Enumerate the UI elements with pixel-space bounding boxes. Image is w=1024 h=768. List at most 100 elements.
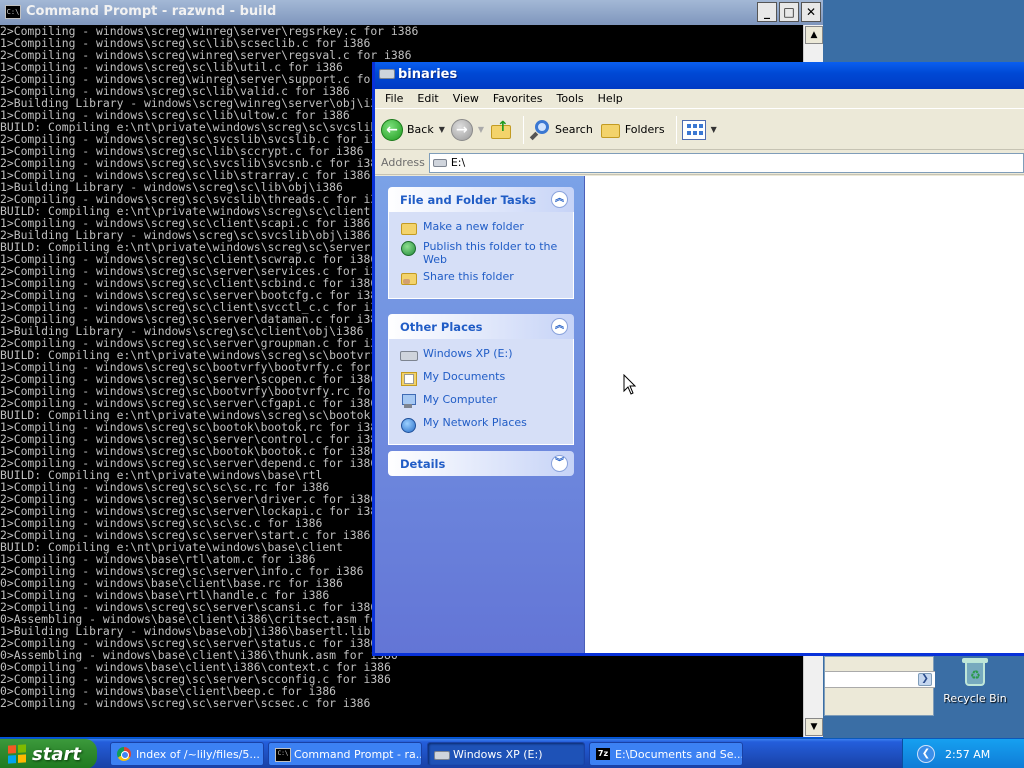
horizontal-scrollbar[interactable]: ❯ [825,671,935,688]
taskbar-item-label: E:\Documents and Se... [615,747,743,761]
back-dropdown-icon[interactable]: ▼ [439,125,445,134]
clock[interactable]: 2:57 AM [945,748,990,761]
show-hidden-icons-icon[interactable]: ❮ [917,745,935,763]
menu-favorites[interactable]: Favorites [487,92,551,105]
taskbar-item-browser[interactable]: Index of /~lily/files/5... [110,742,264,766]
taskbar-item-label: Command Prompt - ra... [294,747,422,761]
scroll-down-arrow-icon[interactable]: ▼ [805,718,823,736]
place-label: My Network Places [423,416,527,429]
publish-web-icon [400,240,416,256]
folders-button[interactable]: Folders [599,115,665,145]
drive-icon [432,158,447,167]
search-button[interactable]: Search [529,115,593,145]
other-places-panel: Other Places ︽ Windows XP (E:) My Docume… [388,314,574,445]
panel-header[interactable]: File and Folder Tasks ︽ [388,187,574,212]
start-label: start [32,743,81,765]
taskbar: start Index of /~lily/files/5... Command… [0,738,1024,768]
toolbar-separator [675,115,677,144]
menu-edit[interactable]: Edit [411,92,446,105]
menu-help[interactable]: Help [592,92,631,105]
address-field[interactable]: E:\ [428,152,1024,173]
address-label: Address [381,156,425,169]
scroll-right-arrow-icon[interactable]: ❯ [918,673,932,686]
my-computer-icon [400,393,416,409]
taskbar-item-label: Windows XP (E:) [453,747,543,761]
place-label: My Computer [423,393,498,406]
panel-header[interactable]: Other Places ︽ [388,314,574,339]
search-icon [529,119,551,141]
task-publish-web[interactable]: Publish this folder to the Web [400,240,567,266]
details-panel: Details ︾ [388,451,574,476]
recycle-bin-icon: ♻ [960,656,990,686]
up-folder-button[interactable]: ↑ [490,115,512,145]
place-label: Windows XP (E:) [423,347,513,360]
collapse-chevron-icon[interactable]: ︽ [551,318,568,335]
drive-icon [434,747,450,761]
system-tray: ❮ 2:57 AM [902,739,1024,768]
views-dropdown-icon[interactable]: ▼ [711,125,717,134]
place-label: My Documents [423,370,506,383]
back-arrow-icon: ← [381,118,403,141]
explorer-window[interactable]: binaries File Edit View Favorites Tools … [372,62,1024,656]
task-label: Share this folder [423,270,514,283]
mouse-cursor-icon [623,374,637,395]
task-share-folder[interactable]: Share this folder [400,270,567,286]
cmd-icon [275,747,291,762]
views-button[interactable]: ▼ [681,115,717,145]
taskbar-item-explorer[interactable]: Windows XP (E:) [427,742,585,766]
taskbar-item-7zip[interactable]: E:\Documents and Se... [589,742,743,766]
taskbar-item-label: Index of /~lily/files/5... [136,747,260,761]
maximize-button[interactable]: □ [779,2,799,22]
recycle-bin-shortcut[interactable]: ♻ Recycle Bin [940,656,1010,705]
address-bar: Address E:\ [375,151,1024,175]
collapse-chevron-icon[interactable]: ︽ [551,191,568,208]
place-windows-xp-drive[interactable]: Windows XP (E:) [400,347,567,363]
search-label: Search [555,123,593,136]
forward-dropdown-icon[interactable]: ▼ [478,125,484,134]
explorer-content: File and Folder Tasks ︽ Make a new folde… [375,176,1024,653]
taskbar-item-command-prompt[interactable]: Command Prompt - ra... [268,742,422,766]
menu-view[interactable]: View [447,92,487,105]
console-line: 2>Compiling - windows\screg\sc\server\sc… [0,696,371,710]
place-my-documents[interactable]: My Documents [400,370,567,386]
folders-label: Folders [624,123,665,136]
place-my-computer[interactable]: My Computer [400,393,567,409]
back-button[interactable]: ← Back ▼ [381,115,445,145]
network-places-icon [400,416,416,433]
cmd-title-bar[interactable]: C:\ Command Prompt - razwnd - build _ □ … [0,0,823,25]
scroll-up-arrow-icon[interactable]: ▲ [805,26,823,44]
file-folder-tasks-panel: File and Folder Tasks ︽ Make a new folde… [388,187,574,299]
drive-icon [379,69,395,79]
panel-title: Details [400,456,446,471]
toolbar: ← Back ▼ → ▼ ↑ Search Folders ▼ [375,110,1024,150]
menu-tools[interactable]: Tools [551,92,592,105]
file-list-area[interactable] [585,176,1024,653]
task-label: Publish this folder to the Web [423,240,558,266]
task-pane: File and Folder Tasks ︽ Make a new folde… [375,176,585,653]
background-window[interactable]: ❯ [824,656,935,716]
up-folder-icon: ↑ [490,119,512,141]
place-my-network-places[interactable]: My Network Places [400,416,567,433]
panel-header[interactable]: Details ︾ [388,451,574,476]
forward-button[interactable]: → ▼ [450,115,484,145]
drive-icon [400,347,418,363]
task-label: Make a new folder [423,220,524,233]
menu-bar: File Edit View Favorites Tools Help [375,89,1024,109]
folders-icon [599,120,621,140]
expand-chevron-icon[interactable]: ︾ [551,455,568,472]
share-folder-icon [400,270,417,286]
task-make-new-folder[interactable]: Make a new folder [400,220,567,236]
cmd-icon: C:\ [5,5,21,19]
views-icon [681,119,706,140]
menu-file[interactable]: File [379,92,411,105]
back-label: Back [407,123,434,136]
forward-arrow-icon: → [450,118,473,141]
windows-flag-icon [8,744,26,764]
minimize-button[interactable]: _ [757,2,777,22]
explorer-title-bar[interactable]: binaries [375,62,1024,89]
cmd-window-title: Command Prompt - razwnd - build [26,4,277,19]
close-button[interactable]: ✕ [801,2,821,22]
start-button[interactable]: start [0,739,97,768]
explorer-window-title: binaries [398,67,458,82]
7zip-icon [596,747,610,761]
